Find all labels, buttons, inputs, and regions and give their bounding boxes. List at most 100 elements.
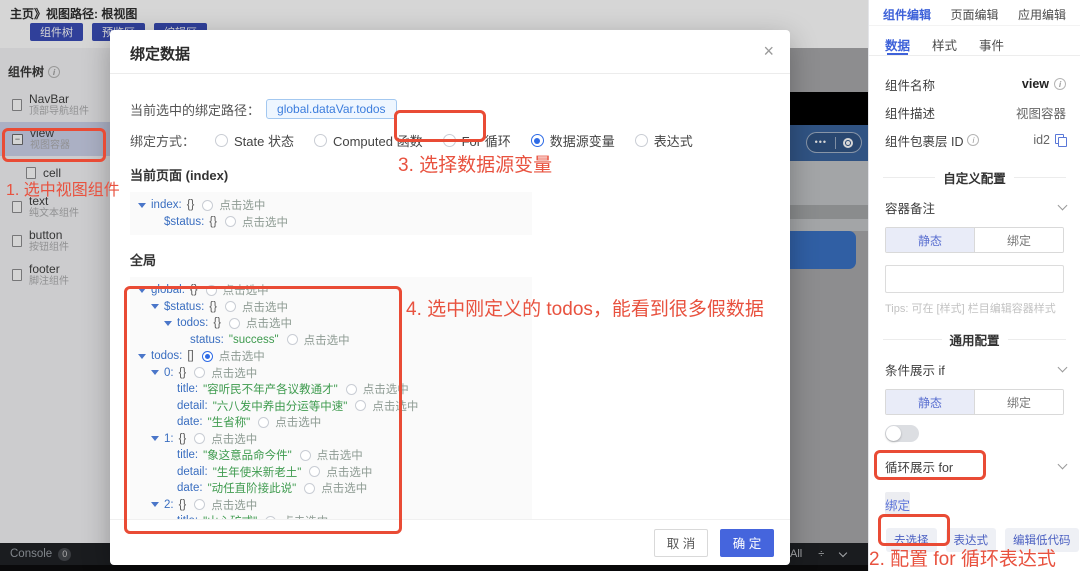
panel-tab-页面编辑[interactable]: 页面编辑 <box>950 6 998 25</box>
triangle-expand-icon[interactable] <box>138 287 146 293</box>
radio-icon[interactable] <box>442 134 456 147</box>
click-select-label: 点击选中 <box>303 334 350 347</box>
tree-node[interactable]: date: "动任直阶接此说" 点击选中 <box>130 480 532 497</box>
tree-node[interactable]: detail: "生年使米新老土" 点击选中 <box>130 464 532 481</box>
radio-icon[interactable] <box>355 400 367 412</box>
tree-node[interactable]: todos: {} 点击选中 <box>130 315 532 332</box>
component-name-label: 组件名称 <box>885 78 936 93</box>
bind-mode-option[interactable]: 数据源变量 <box>530 131 615 150</box>
tree-node[interactable]: $status: {} 点击选中 <box>130 214 532 231</box>
node-value: "success" <box>228 333 279 346</box>
radio-icon[interactable] <box>313 134 327 147</box>
pick-button[interactable]: 去选择 <box>886 528 937 552</box>
bind-mode-option[interactable]: For 循环 <box>442 131 511 150</box>
edit-lowcode-button[interactable]: 编辑低代码 <box>1005 528 1079 552</box>
radio-icon[interactable] <box>309 466 321 478</box>
radio-icon[interactable] <box>194 367 206 379</box>
bind-path-label: 当前选中的绑定路径： <box>130 102 261 118</box>
bind-button[interactable]: 绑定 <box>885 492 911 516</box>
triangle-expand-icon[interactable] <box>151 502 159 508</box>
node-type: {} <box>178 366 187 379</box>
bind-tab[interactable]: 绑定 <box>974 228 1063 252</box>
panel-subtab-事件[interactable]: 事件 <box>979 35 1004 55</box>
radio-icon[interactable] <box>634 134 648 147</box>
close-icon[interactable]: × <box>763 40 774 62</box>
radio-icon[interactable] <box>258 416 270 428</box>
node-type: {} <box>209 215 217 228</box>
modal-body: 当前选中的绑定路径： global.dataVar.todos 绑定方式： St… <box>130 74 770 519</box>
if-display-row[interactable]: 条件展示 if <box>869 355 1080 383</box>
node-value: "象这意品命今件" <box>203 450 292 463</box>
panel-tab-应用编辑[interactable]: 应用编辑 <box>1018 6 1066 25</box>
container-note-input[interactable] <box>885 265 1064 293</box>
radio-icon[interactable] <box>205 284 217 296</box>
tree-node[interactable]: index: {} 点击选中 <box>130 197 532 214</box>
chevron-down-icon <box>1057 200 1068 211</box>
expression-button[interactable]: 表达式 <box>945 528 996 552</box>
panel-subtab-样式[interactable]: 样式 <box>932 35 957 55</box>
triangle-expand-icon[interactable] <box>151 304 159 310</box>
radio-icon[interactable] <box>224 216 236 228</box>
triangle-expand-icon[interactable] <box>151 370 159 376</box>
bind-mode-option-label: Computed 函数 <box>332 134 423 149</box>
radio-icon[interactable] <box>194 499 206 511</box>
triangle-expand-icon[interactable] <box>164 320 172 326</box>
static-tab[interactable]: 静态 <box>886 390 974 414</box>
radio-icon[interactable] <box>194 433 206 445</box>
note-mode-segment: 静态 绑定 <box>885 227 1064 253</box>
for-display-row[interactable]: 循环展示 for <box>869 452 1080 480</box>
panel-subtab-数据[interactable]: 数据 <box>885 35 910 55</box>
bind-path-row: 当前选中的绑定路径： global.dataVar.todos <box>130 99 770 119</box>
panel-tab-组件编辑[interactable]: 组件编辑 <box>883 6 931 25</box>
tree-node[interactable]: title: "容听民不年产各议教通才" 点击选中 <box>130 381 532 398</box>
tree-node[interactable]: todos: [] 点击选中 <box>130 348 532 365</box>
radio-icon[interactable] <box>229 317 241 329</box>
tree-node[interactable]: status: "success" 点击选中 <box>130 332 532 349</box>
node-value: "动任直阶接此说" <box>207 483 297 496</box>
container-note-row[interactable]: 容器备注 <box>869 193 1080 221</box>
component-desc-label: 组件描述 <box>885 106 936 121</box>
radio-icon[interactable] <box>215 134 229 147</box>
radio-icon[interactable] <box>304 482 316 494</box>
radio-icon[interactable] <box>201 350 213 362</box>
copy-icon[interactable] <box>1055 134 1067 147</box>
node-key: $status: <box>164 300 205 313</box>
inspector-panel: 组件编辑 页面编辑 应用编辑 数据 样式 事件 组件名称 view i 组件描述 视图容器… <box>868 0 1080 571</box>
common-config-section: 通用配置 <box>869 330 1080 349</box>
click-select-label: 点击选中 <box>241 301 288 314</box>
bind-path-tag[interactable]: global.dataVar.todos <box>266 99 397 119</box>
bind-mode-option[interactable]: Computed 函数 <box>313 131 423 150</box>
bind-mode-option[interactable]: 表达式 <box>634 131 693 150</box>
tree-node[interactable]: global: {} 点击选中 <box>130 282 532 299</box>
triangle-expand-icon[interactable] <box>151 436 159 442</box>
tree-node[interactable]: 1: {} 点击选中 <box>130 431 532 448</box>
wrapper-id-label: 组件包裹层 ID i <box>885 131 980 150</box>
bind-tab[interactable]: 绑定 <box>974 390 1063 414</box>
tree-node[interactable]: title: "象这意品命今件" 点击选中 <box>130 447 532 464</box>
static-tab[interactable]: 静态 <box>886 228 974 252</box>
tree-node[interactable]: 2: {} 点击选中 <box>130 497 532 514</box>
bind-mode-option[interactable]: State 状态 <box>215 131 294 150</box>
tree-node[interactable]: $status: {} 点击选中 <box>130 299 532 316</box>
if-toggle[interactable] <box>885 425 919 442</box>
tree-node[interactable]: 0: {} 点击选中 <box>130 365 532 382</box>
radio-icon[interactable] <box>224 301 236 313</box>
chevron-down-icon <box>1057 459 1068 470</box>
radio-icon[interactable] <box>286 334 298 346</box>
radio-icon[interactable] <box>202 199 214 211</box>
wrapper-id-value: id2 <box>1033 133 1067 147</box>
node-key: todos: <box>177 317 209 330</box>
cancel-button[interactable]: 取 消 <box>654 528 708 557</box>
tree-node[interactable]: detail: "六八发中养由分运等中速" 点击选中 <box>130 398 532 415</box>
triangle-expand-icon[interactable] <box>138 202 146 208</box>
node-key: date: <box>177 416 203 429</box>
triangle-expand-icon[interactable] <box>138 353 146 359</box>
tree-node[interactable]: date: "生省称" 点击选中 <box>130 414 532 431</box>
node-value: "生年使米新老土" <box>212 466 302 479</box>
confirm-button[interactable]: 确 定 <box>720 528 774 557</box>
radio-icon[interactable] <box>345 383 357 395</box>
bind-mode-option-label: 表达式 <box>653 134 693 149</box>
click-select-label: 点击选中 <box>362 384 409 397</box>
radio-icon[interactable] <box>299 449 311 461</box>
radio-icon[interactable] <box>530 134 544 147</box>
